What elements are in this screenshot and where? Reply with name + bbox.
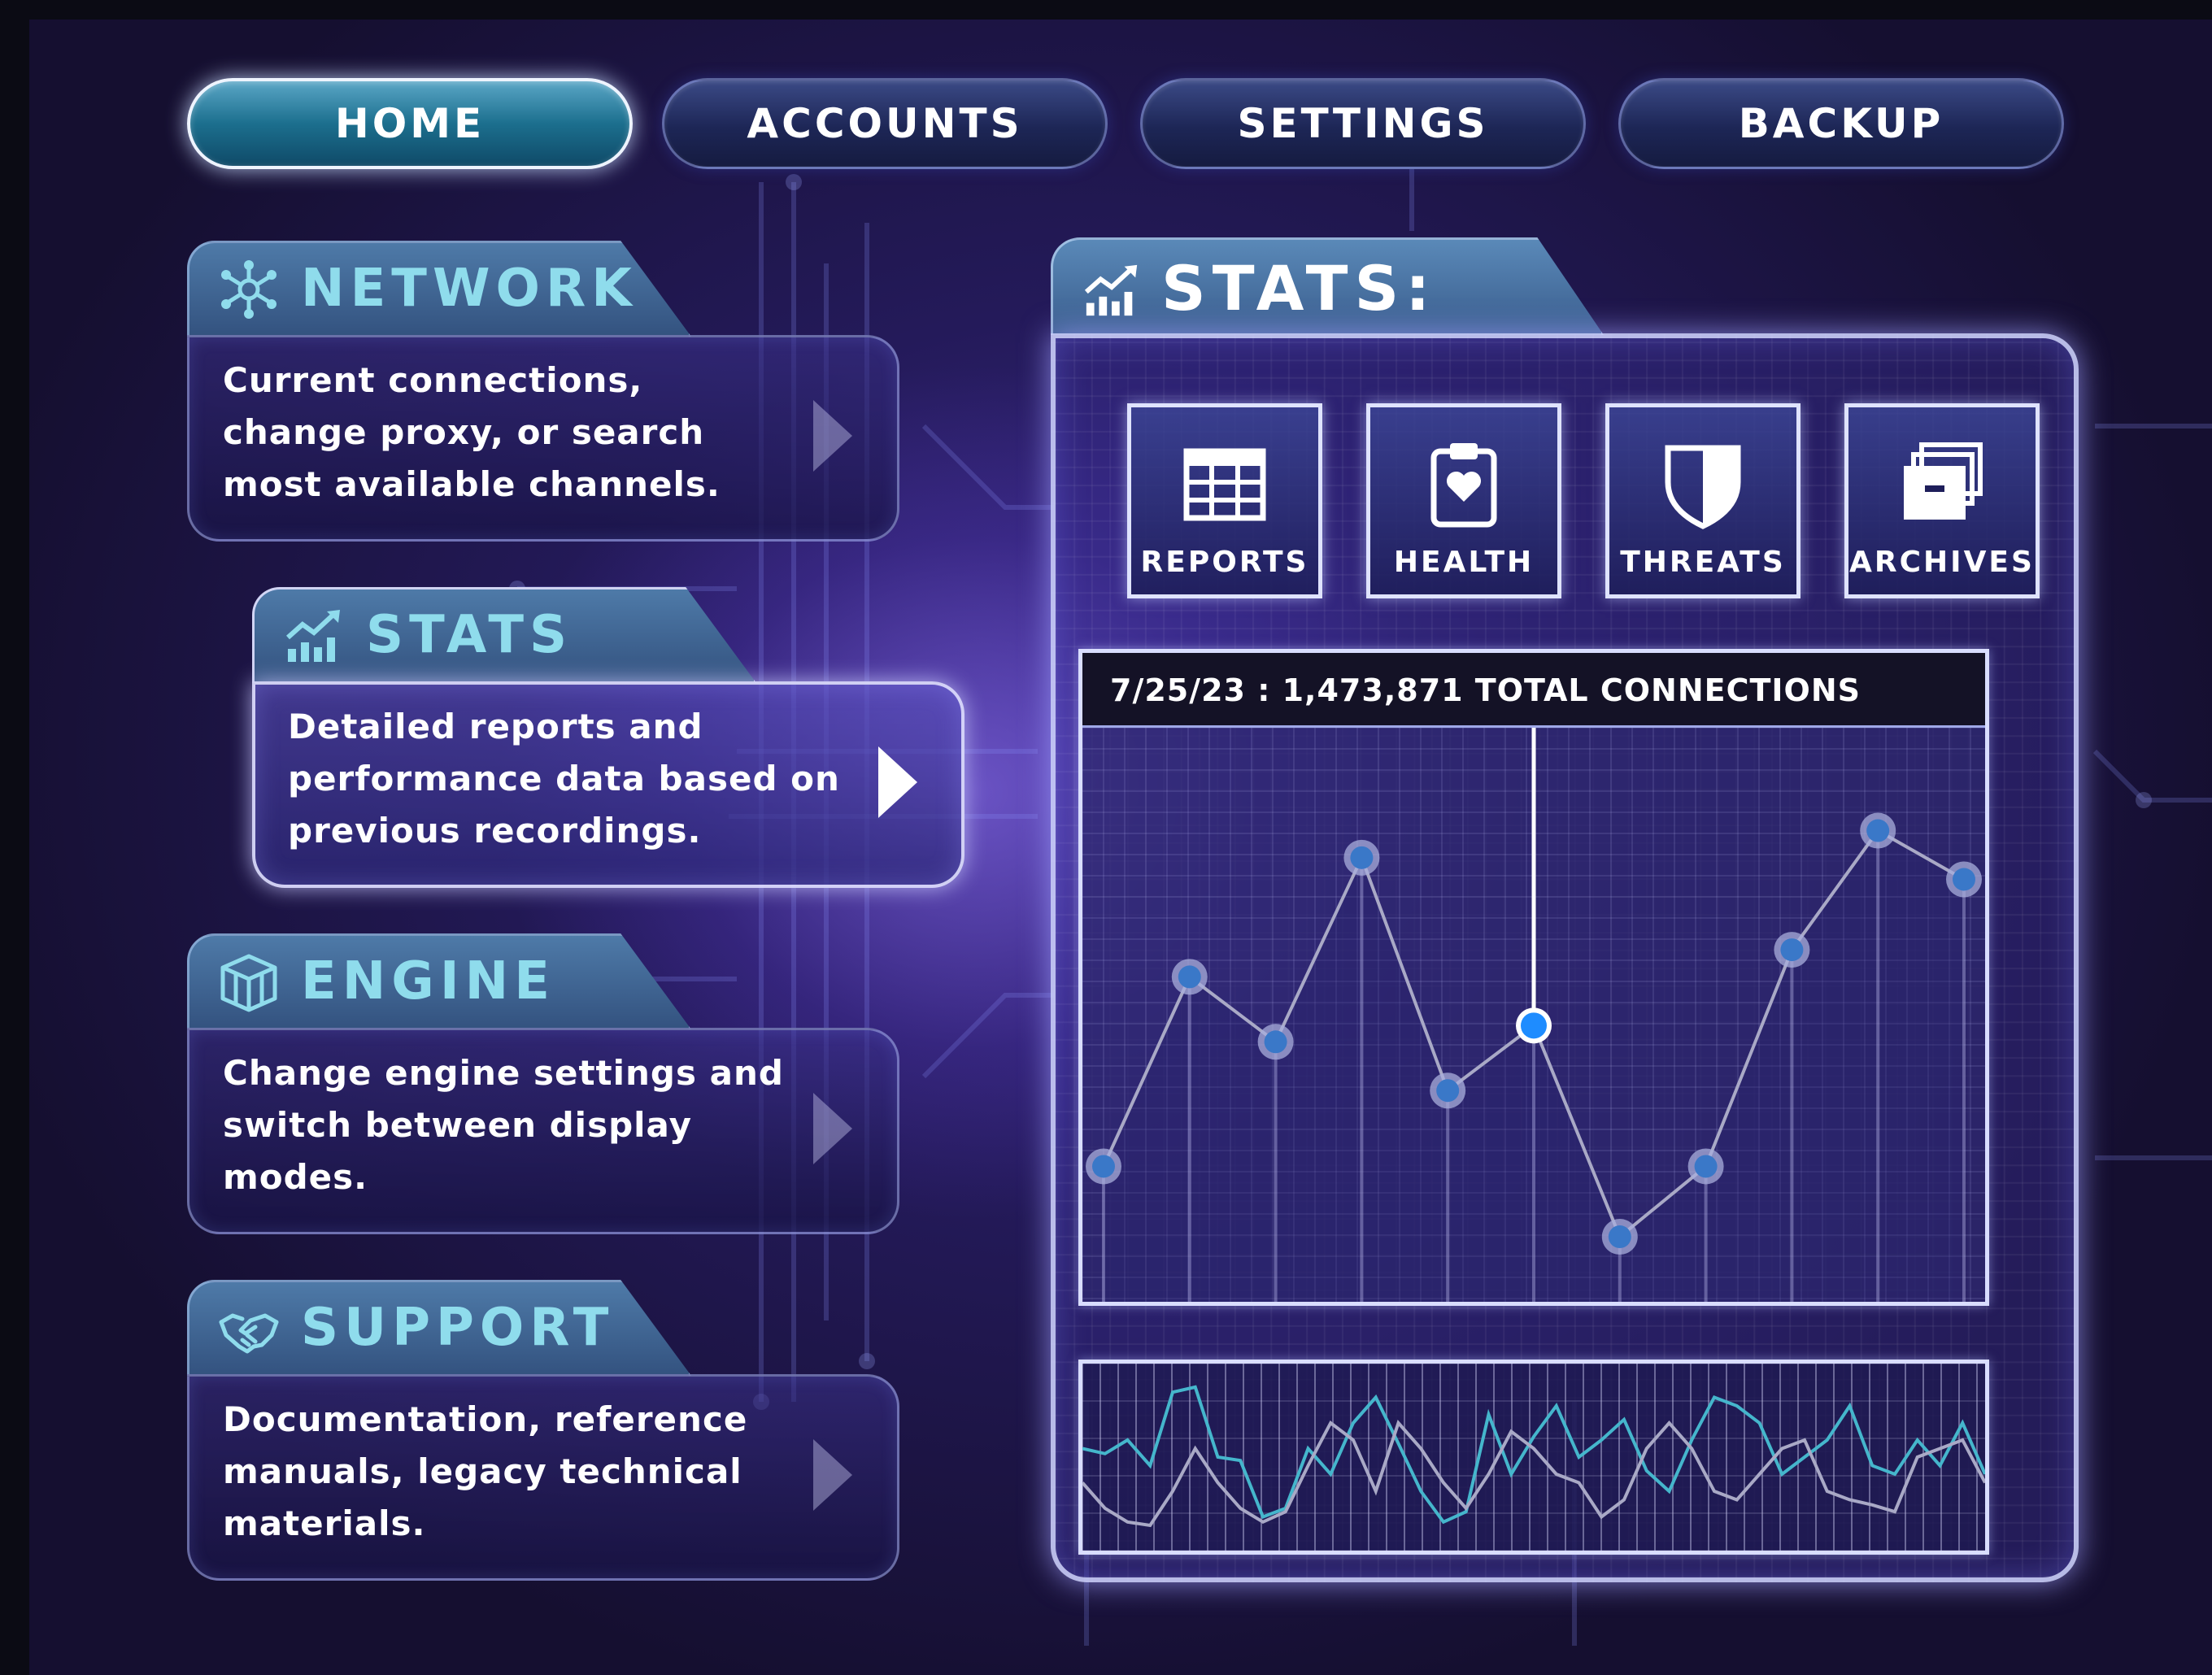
sparkline-series-1 [1082,1385,1985,1525]
reports-label: REPORTS [1140,546,1309,579]
reports-button[interactable]: REPORTS [1127,403,1322,598]
stats-panel: STATS: REPORTS HEALTH THREATS ARCHIVES 7… [1051,237,2095,1587]
sparkline-svg [1082,1364,1985,1551]
connections-line-chart [1082,728,1985,1302]
stats-panel-title: STATS: [1161,252,1437,324]
activity-sparkline-chart [1078,1360,1989,1555]
stacked-boxes-icon [1904,442,1983,520]
network-icon [221,260,276,319]
card-description: Documentation, reference manuals, legacy… [223,1399,748,1543]
menu-card-support[interactable]: SUPPORT Documentation, reference manuals… [187,1280,899,1581]
data-point [1608,1225,1631,1249]
highlighted-data-point [1521,1012,1547,1039]
menu-card-stats[interactable]: STATS Detailed reports and performance d… [252,587,964,888]
menu-card-network[interactable]: NETWORK Current connections, change prox… [187,241,899,542]
arrow-right-icon[interactable] [813,1093,852,1164]
clipboard-heart-icon [1430,443,1497,528]
card-title: NETWORK [301,259,638,319]
card-title: STATS [366,605,573,665]
chart-header: 7/25/23 : 1,473,871 TOTAL CONNECTIONS [1082,653,1985,728]
data-point [1264,1030,1287,1054]
connections-chart: 7/25/23 : 1,473,871 TOTAL CONNECTIONS [1078,649,1989,1306]
arrow-right-icon[interactable] [813,400,852,472]
handshake-icon [219,1313,279,1354]
table-grid-icon [1183,448,1266,521]
engine-cube-icon [220,954,277,1012]
arrow-right-icon[interactable] [878,746,917,818]
archives-button[interactable]: ARCHIVES [1844,403,2040,598]
data-point [1694,1155,1718,1178]
tab-settings[interactable]: SETTINGS [1140,78,1586,169]
chart-growth-icon [286,610,340,662]
threats-button[interactable]: THREATS [1605,403,1801,598]
card-title: SUPPORT [301,1298,615,1358]
app-background: HOME ACCOUNTS SETTINGS BACKUP NETWORK Cu… [29,20,2212,1675]
health-button[interactable]: HEALTH [1366,403,1561,598]
data-point [1178,965,1201,989]
shield-icon [1665,445,1741,529]
chart-growth-icon [1084,264,1138,316]
tab-backup[interactable]: BACKUP [1618,78,2064,169]
chart-title: 7/25/23 : 1,473,871 TOTAL CONNECTIONS [1110,672,1861,708]
card-description: Current connections, change proxy, or se… [223,360,721,504]
data-point [1436,1079,1460,1103]
archives-label: ARCHIVES [1849,546,2035,579]
health-label: HEALTH [1393,546,1535,579]
data-point [1780,938,1804,962]
menu-card-engine[interactable]: ENGINE Change engine settings and switch… [187,933,899,1234]
data-point [1092,1155,1115,1178]
tab-accounts[interactable]: ACCOUNTS [662,78,1108,169]
data-point [1350,846,1374,869]
threats-label: THREATS [1620,546,1786,579]
card-description: Change engine settings and switch betwee… [223,1053,784,1197]
tab-home[interactable]: HOME [187,78,633,169]
card-title: ENGINE [301,951,555,1012]
data-point [1953,868,1975,891]
arrow-right-icon[interactable] [813,1439,852,1511]
card-description: Detailed reports and performance data ba… [288,707,840,851]
data-point [1866,819,1890,842]
